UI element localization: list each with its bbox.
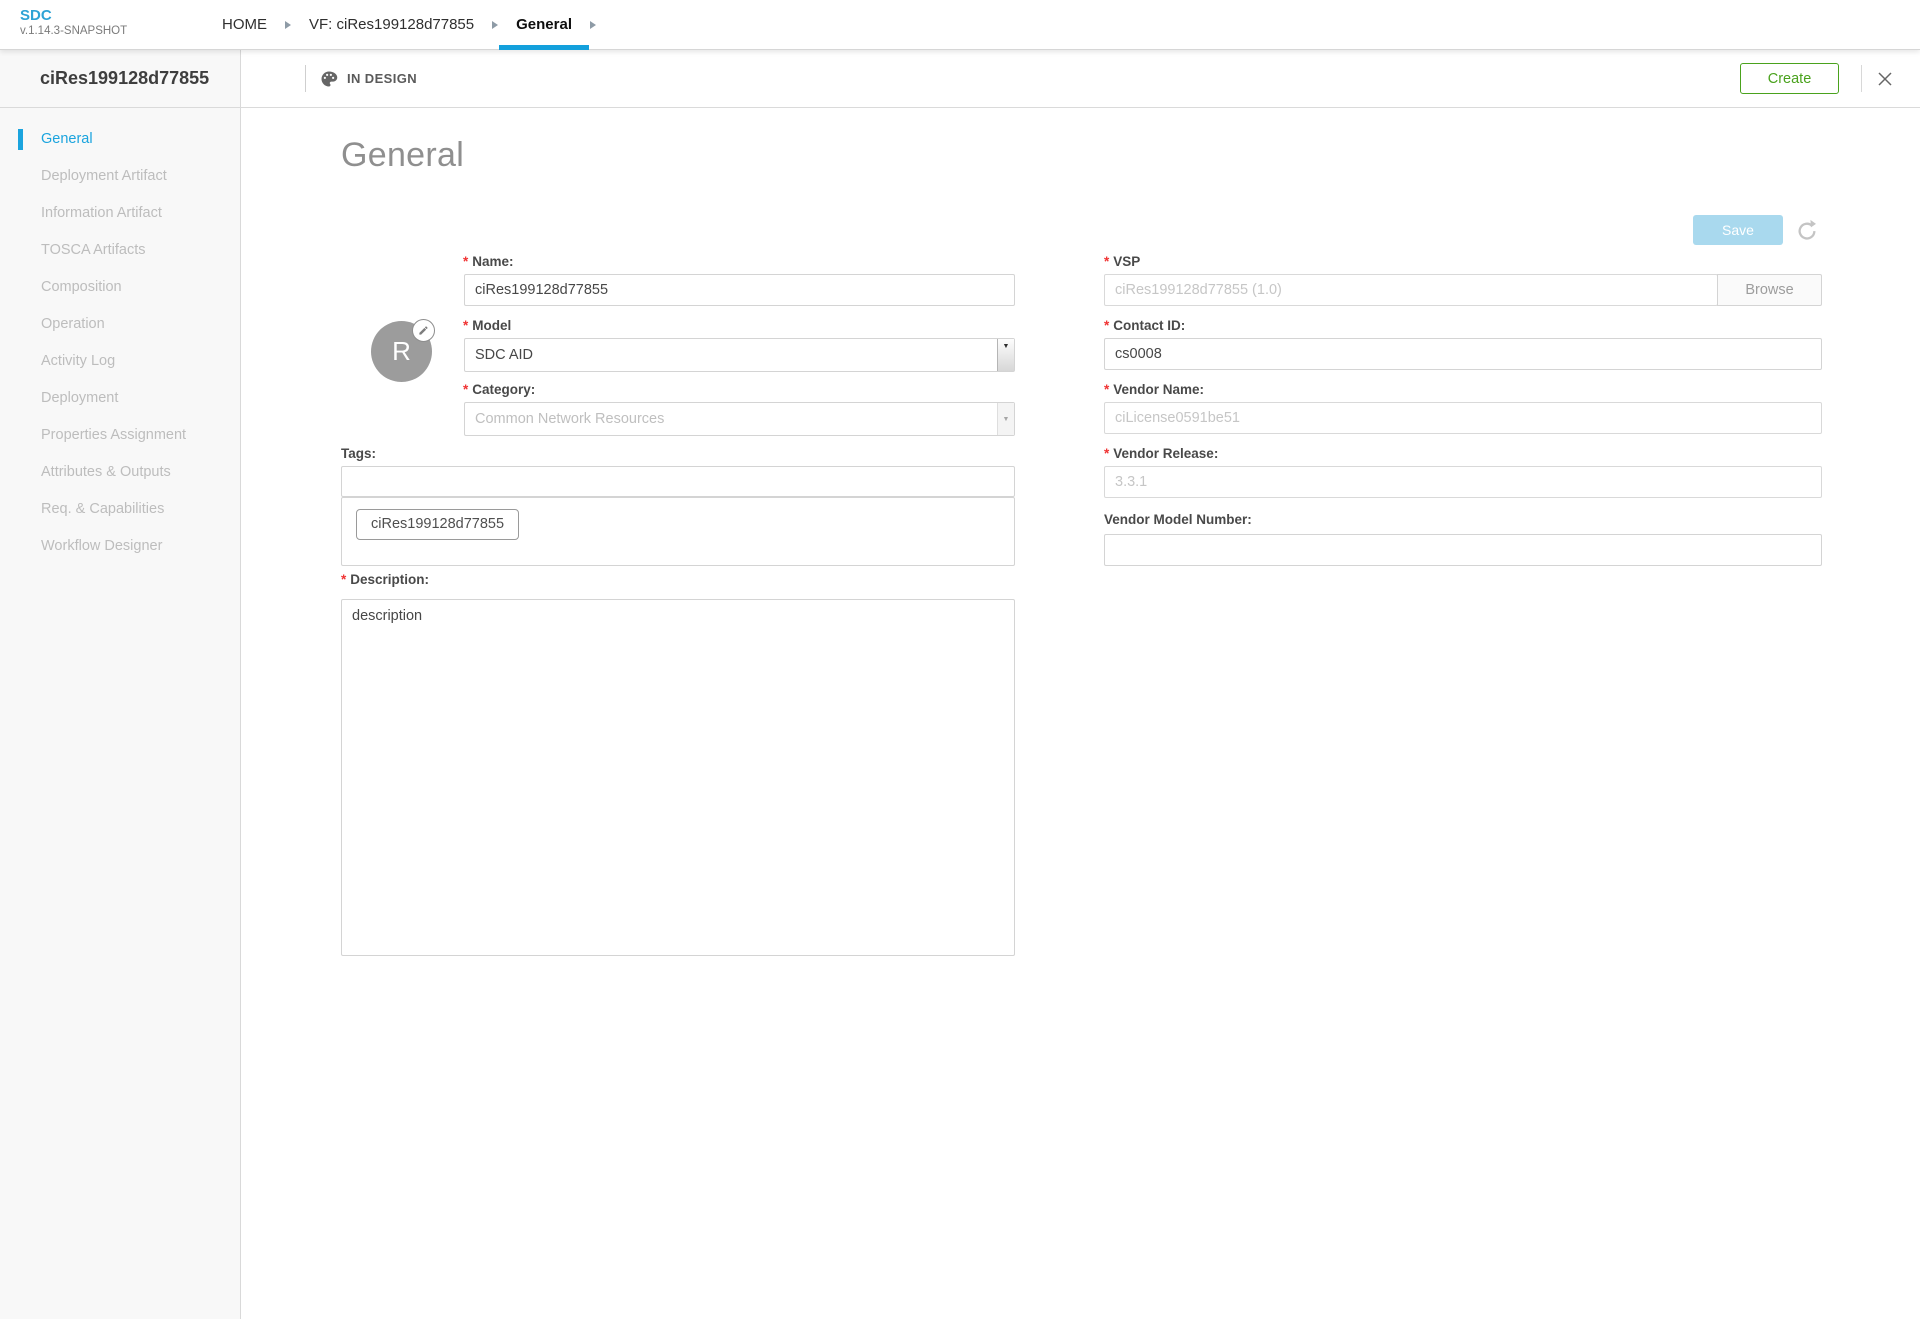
avatar-edit-icon[interactable]: [412, 319, 435, 342]
required-marker: *: [341, 572, 346, 587]
breadcrumb-home[interactable]: HOME: [205, 0, 284, 50]
sidebar-item-information-artifact[interactable]: Information Artifact: [0, 195, 240, 232]
sidebar-item-general[interactable]: General: [0, 121, 240, 158]
close-icon[interactable]: [1876, 70, 1894, 88]
chevron-down-icon: ▼: [998, 342, 1014, 352]
sub-header: ciRes199128d77855 IN DESIGN Create: [0, 50, 1920, 108]
vendor-name-label: *Vendor Name:: [1104, 382, 1204, 397]
save-button[interactable]: Save: [1693, 215, 1783, 245]
avatar-letter: R: [392, 336, 411, 367]
name-input[interactable]: [464, 274, 1015, 306]
category-label: *Category:: [463, 382, 535, 397]
app-version: v.1.14.3-SNAPSHOT: [20, 26, 127, 38]
breadcrumb-arrow-icon: [492, 21, 498, 29]
description-textarea[interactable]: description: [341, 599, 1015, 956]
tags-input[interactable]: [341, 466, 1015, 497]
sidebar-item-properties-assignment[interactable]: Properties Assignment: [0, 417, 240, 454]
description-label: *Description:: [341, 572, 429, 587]
palette-icon: [320, 70, 338, 88]
vsp-label: *VSP: [1104, 254, 1140, 269]
model-select[interactable]: SDC AID ▼: [464, 338, 1015, 372]
required-marker: *: [463, 382, 468, 397]
app-name: SDC: [20, 8, 127, 23]
contact-id-label: *Contact ID:: [1104, 318, 1185, 333]
required-marker: *: [1104, 254, 1109, 269]
create-button[interactable]: Create: [1740, 63, 1839, 94]
model-label: *Model: [463, 318, 511, 333]
vendor-release-label: *Vendor Release:: [1104, 446, 1218, 461]
vendor-release-input: [1104, 466, 1822, 498]
category-select-value: Common Network Resources: [475, 411, 664, 427]
sidebar-item-req-capabilities[interactable]: Req. & Capabilities: [0, 491, 240, 528]
sidebar-nav: General Deployment Artifact Information …: [0, 108, 241, 1319]
select-dropdown-strip: ▼: [997, 339, 1014, 371]
contact-id-input[interactable]: [1104, 338, 1822, 370]
breadcrumb-arrow-icon: [590, 21, 596, 29]
category-select: Common Network Resources ▼: [464, 402, 1015, 436]
sidebar-item-deployment[interactable]: Deployment: [0, 380, 240, 417]
lifecycle-status: IN DESIGN: [320, 50, 417, 107]
top-bar: SDC v.1.14.3-SNAPSHOT HOME VF: ciRes1991…: [0, 0, 1920, 50]
refresh-icon[interactable]: [1794, 217, 1820, 243]
divider: [305, 65, 306, 92]
breadcrumb-vf[interactable]: VF: ciRes199128d77855: [292, 0, 491, 50]
tags-container: ciRes199128d77855: [341, 497, 1015, 566]
sidebar-item-tosca-artifacts[interactable]: TOSCA Artifacts: [0, 232, 240, 269]
app-logo[interactable]: SDC v.1.14.3-SNAPSHOT: [20, 8, 127, 38]
required-marker: *: [1104, 382, 1109, 397]
sidebar-item-composition[interactable]: Composition: [0, 269, 240, 306]
model-select-value: SDC AID: [475, 347, 533, 363]
select-dropdown-strip: ▼: [997, 403, 1014, 435]
breadcrumb-arrow-icon: [285, 21, 291, 29]
sidebar-item-workflow-designer[interactable]: Workflow Designer: [0, 528, 240, 565]
breadcrumb-general[interactable]: General: [499, 0, 589, 50]
required-marker: *: [463, 254, 468, 269]
tag-chip: ciRes199128d77855: [356, 509, 519, 540]
resource-title-panel: ciRes199128d77855: [0, 50, 241, 107]
breadcrumb: HOME VF: ciRes199128d77855 General: [205, 0, 597, 50]
resource-title: ciRes199128d77855: [40, 50, 240, 106]
vendor-model-number-input[interactable]: [1104, 534, 1822, 566]
divider: [1861, 65, 1862, 92]
general-form: General Save R *Name: *Model SDC AID ▼ *…: [242, 108, 1920, 1319]
chevron-down-icon: ▼: [998, 415, 1014, 425]
sidebar-item-activity-log[interactable]: Activity Log: [0, 343, 240, 380]
browse-button[interactable]: Browse: [1717, 274, 1822, 306]
vsp-input: [1104, 274, 1718, 306]
sidebar-item-operation[interactable]: Operation: [0, 306, 240, 343]
name-label: *Name:: [463, 254, 514, 269]
required-marker: *: [1104, 446, 1109, 461]
page-title: General: [341, 136, 464, 175]
required-marker: *: [1104, 318, 1109, 333]
status-badge: IN DESIGN: [347, 71, 417, 86]
tags-label: Tags:: [341, 446, 376, 461]
vendor-name-input: [1104, 402, 1822, 434]
vendor-model-number-label: Vendor Model Number:: [1104, 512, 1252, 527]
sidebar-item-attributes-outputs[interactable]: Attributes & Outputs: [0, 454, 240, 491]
required-marker: *: [463, 318, 468, 333]
sidebar-item-deployment-artifact[interactable]: Deployment Artifact: [0, 158, 240, 195]
